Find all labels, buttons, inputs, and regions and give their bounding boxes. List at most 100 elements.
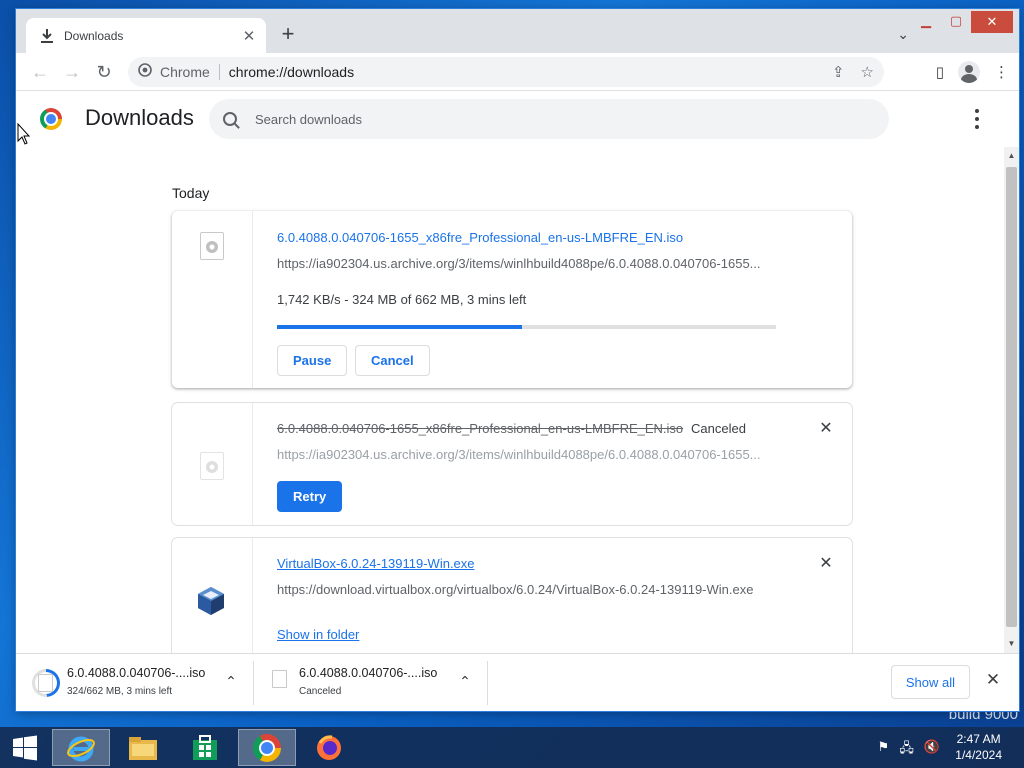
- search-icon: [223, 112, 237, 126]
- shelf-item-name: 6.0.4088.0.040706-....iso: [67, 666, 206, 680]
- maximize-button[interactable]: ▢: [941, 9, 971, 33]
- close-shelf-icon[interactable]: ✕: [985, 671, 1001, 688]
- download-filename-link[interactable]: 6.0.4088.0.040706-1655_x86fre_Profession…: [277, 230, 683, 245]
- card-icon-column: [172, 538, 253, 653]
- chrome-site-icon: [138, 62, 152, 82]
- reload-button[interactable]: ↻: [92, 60, 116, 84]
- windows-logo-icon: [13, 735, 37, 760]
- clock-date: 1/4/2024: [955, 748, 1002, 762]
- more-actions-icon[interactable]: [975, 109, 979, 129]
- side-panel-icon[interactable]: ▯: [936, 63, 944, 81]
- internet-explorer-icon: [67, 736, 95, 761]
- download-status-text: 1,742 KB/s - 324 MB of 662 MB, 3 mins le…: [277, 292, 527, 307]
- download-filename: 6.0.4088.0.040706-1655_x86fre_Profession…: [277, 421, 684, 436]
- minimize-button[interactable]: ▁: [911, 9, 941, 33]
- chrome-logo-icon: [40, 108, 62, 130]
- taskbar-file-explorer[interactable]: [114, 729, 172, 766]
- scroll-up-arrow-icon[interactable]: ▲: [1004, 149, 1019, 163]
- retry-button[interactable]: Retry: [277, 481, 343, 512]
- store-icon: [193, 734, 217, 760]
- toolbar-right-actions: ▯ ⋮: [936, 61, 1009, 83]
- chrome-window: Downloads ✕ + ⌄ ▁ ▢ ✕ ← → ↻ Chrome chrom…: [16, 9, 1019, 711]
- scroll-thumb[interactable]: [1006, 167, 1017, 627]
- start-button[interactable]: [0, 729, 50, 766]
- pause-button[interactable]: Pause: [277, 345, 348, 376]
- download-source-url[interactable]: https://download.virtualbox.org/virtualb…: [277, 582, 753, 597]
- search-bar[interactable]: [209, 99, 889, 139]
- shelf-item-canceled[interactable]: 6.0.4088.0.040706-....iso Canceled ⌃: [254, 661, 488, 705]
- action-center-flag-icon[interactable]: ⚑: [878, 739, 890, 761]
- virtualbox-cube-icon: [198, 587, 224, 615]
- omnibox-separator: [218, 64, 220, 80]
- omnibox-actions: ⇪ ☆: [832, 63, 874, 81]
- tab-strip: Downloads ✕ + ⌄ ▁ ▢ ✕: [16, 9, 1019, 53]
- clock-time: 2:47 AM: [956, 732, 1001, 746]
- browser-toolbar: ← → ↻ Chrome chrome://downloads ⇪ ☆ ▯ ⋮: [16, 53, 1019, 91]
- download-card-complete: VirtualBox-6.0.24-139119-Win.exe https:/…: [172, 538, 852, 653]
- new-tab-button[interactable]: +: [276, 23, 300, 47]
- download-progress-fill: [277, 325, 522, 329]
- page-title: Downloads: [85, 105, 194, 130]
- mouse-cursor-icon: [17, 123, 31, 145]
- taskbar-internet-explorer[interactable]: [52, 729, 110, 766]
- search-input[interactable]: [255, 111, 855, 127]
- show-all-button[interactable]: Show all: [890, 665, 970, 699]
- firefox-icon: [317, 734, 341, 760]
- share-icon[interactable]: ⇪: [832, 63, 845, 81]
- taskbar-store[interactable]: [176, 729, 234, 766]
- chevron-up-icon[interactable]: ⌃: [223, 673, 239, 689]
- file-icon: [38, 674, 53, 692]
- download-source-url[interactable]: https://ia902304.us.archive.org/3/items/…: [277, 256, 761, 271]
- shelf-item-in-progress[interactable]: 6.0.4088.0.040706-....iso 324/662 MB, 3 …: [16, 661, 254, 705]
- remove-from-list-icon[interactable]: ✕: [818, 421, 834, 437]
- download-state-label: Canceled: [691, 421, 746, 436]
- downloads-header: Downloads: [16, 91, 1019, 147]
- shelf-item-name: 6.0.4088.0.040706-....iso: [299, 666, 438, 680]
- shelf-file-icon-wrap: [270, 669, 298, 697]
- forward-button[interactable]: →: [60, 60, 84, 84]
- download-card-canceled: 6.0.4088.0.040706-1655_x86fre_Profession…: [172, 403, 852, 525]
- tab-search-chevron-icon[interactable]: ⌄: [897, 26, 909, 43]
- disc-image-file-icon: [200, 452, 224, 480]
- disc-image-file-icon: [200, 232, 224, 260]
- scrollbar[interactable]: ▲ ▼: [1004, 147, 1019, 653]
- bookmark-star-icon[interactable]: ☆: [861, 63, 874, 81]
- volume-muted-icon[interactable]: 🔇: [924, 739, 940, 761]
- download-source-url[interactable]: https://ia902304.us.archive.org/3/items/…: [277, 447, 761, 462]
- chrome-icon: [253, 733, 281, 762]
- download-shelf: 6.0.4088.0.040706-....iso 324/662 MB, 3 …: [16, 653, 1019, 711]
- site-label: Chrome: [160, 64, 210, 80]
- taskbar-firefox[interactable]: [300, 729, 358, 766]
- card-icon-column: [172, 403, 253, 525]
- address-bar[interactable]: Chrome chrome://downloads ⇪ ☆: [128, 57, 884, 87]
- shelf-item-status: Canceled: [299, 686, 342, 697]
- url-text[interactable]: chrome://downloads: [229, 64, 354, 80]
- remove-from-list-icon[interactable]: ✕: [818, 556, 834, 572]
- download-progress-bar: [277, 325, 776, 329]
- shelf-progress-ring-icon: [32, 669, 60, 697]
- system-tray: ⚑ 🖧 🔇: [878, 739, 940, 761]
- shelf-item-status: 324/662 MB, 3 mins left: [67, 686, 173, 697]
- window-caption-buttons: ▁ ▢ ✕: [911, 9, 1013, 33]
- cancel-button[interactable]: Cancel: [355, 345, 430, 376]
- back-button[interactable]: ←: [28, 60, 52, 84]
- taskbar-chrome[interactable]: [238, 729, 296, 766]
- chrome-menu-icon[interactable]: ⋮: [994, 63, 1009, 81]
- date-header: Today: [172, 185, 210, 201]
- windows-taskbar: ⚑ 🖧 🔇 2:47 AM 1/4/2024: [0, 727, 1024, 768]
- close-window-button[interactable]: ✕: [971, 11, 1013, 33]
- scroll-down-arrow-icon[interactable]: ▼: [1004, 637, 1019, 651]
- file-icon: [272, 670, 287, 688]
- tab-title: Downloads: [64, 28, 124, 43]
- tab-downloads[interactable]: Downloads ✕: [26, 18, 266, 53]
- downloads-page: Downloads ▲ ▼ Today 6.0.4088.0.040706-16…: [16, 91, 1019, 653]
- network-icon[interactable]: 🖧: [899, 739, 914, 761]
- profile-avatar[interactable]: [958, 61, 980, 83]
- show-in-folder-link[interactable]: Show in folder: [277, 627, 359, 642]
- taskbar-clock[interactable]: 2:47 AM 1/4/2024: [955, 731, 1002, 763]
- tab-close-icon[interactable]: ✕: [236, 23, 262, 49]
- folder-icon: [129, 736, 157, 760]
- download-icon: [40, 28, 54, 44]
- download-filename-link[interactable]: VirtualBox-6.0.24-139119-Win.exe: [277, 556, 475, 571]
- chevron-up-icon[interactable]: ⌃: [457, 673, 473, 689]
